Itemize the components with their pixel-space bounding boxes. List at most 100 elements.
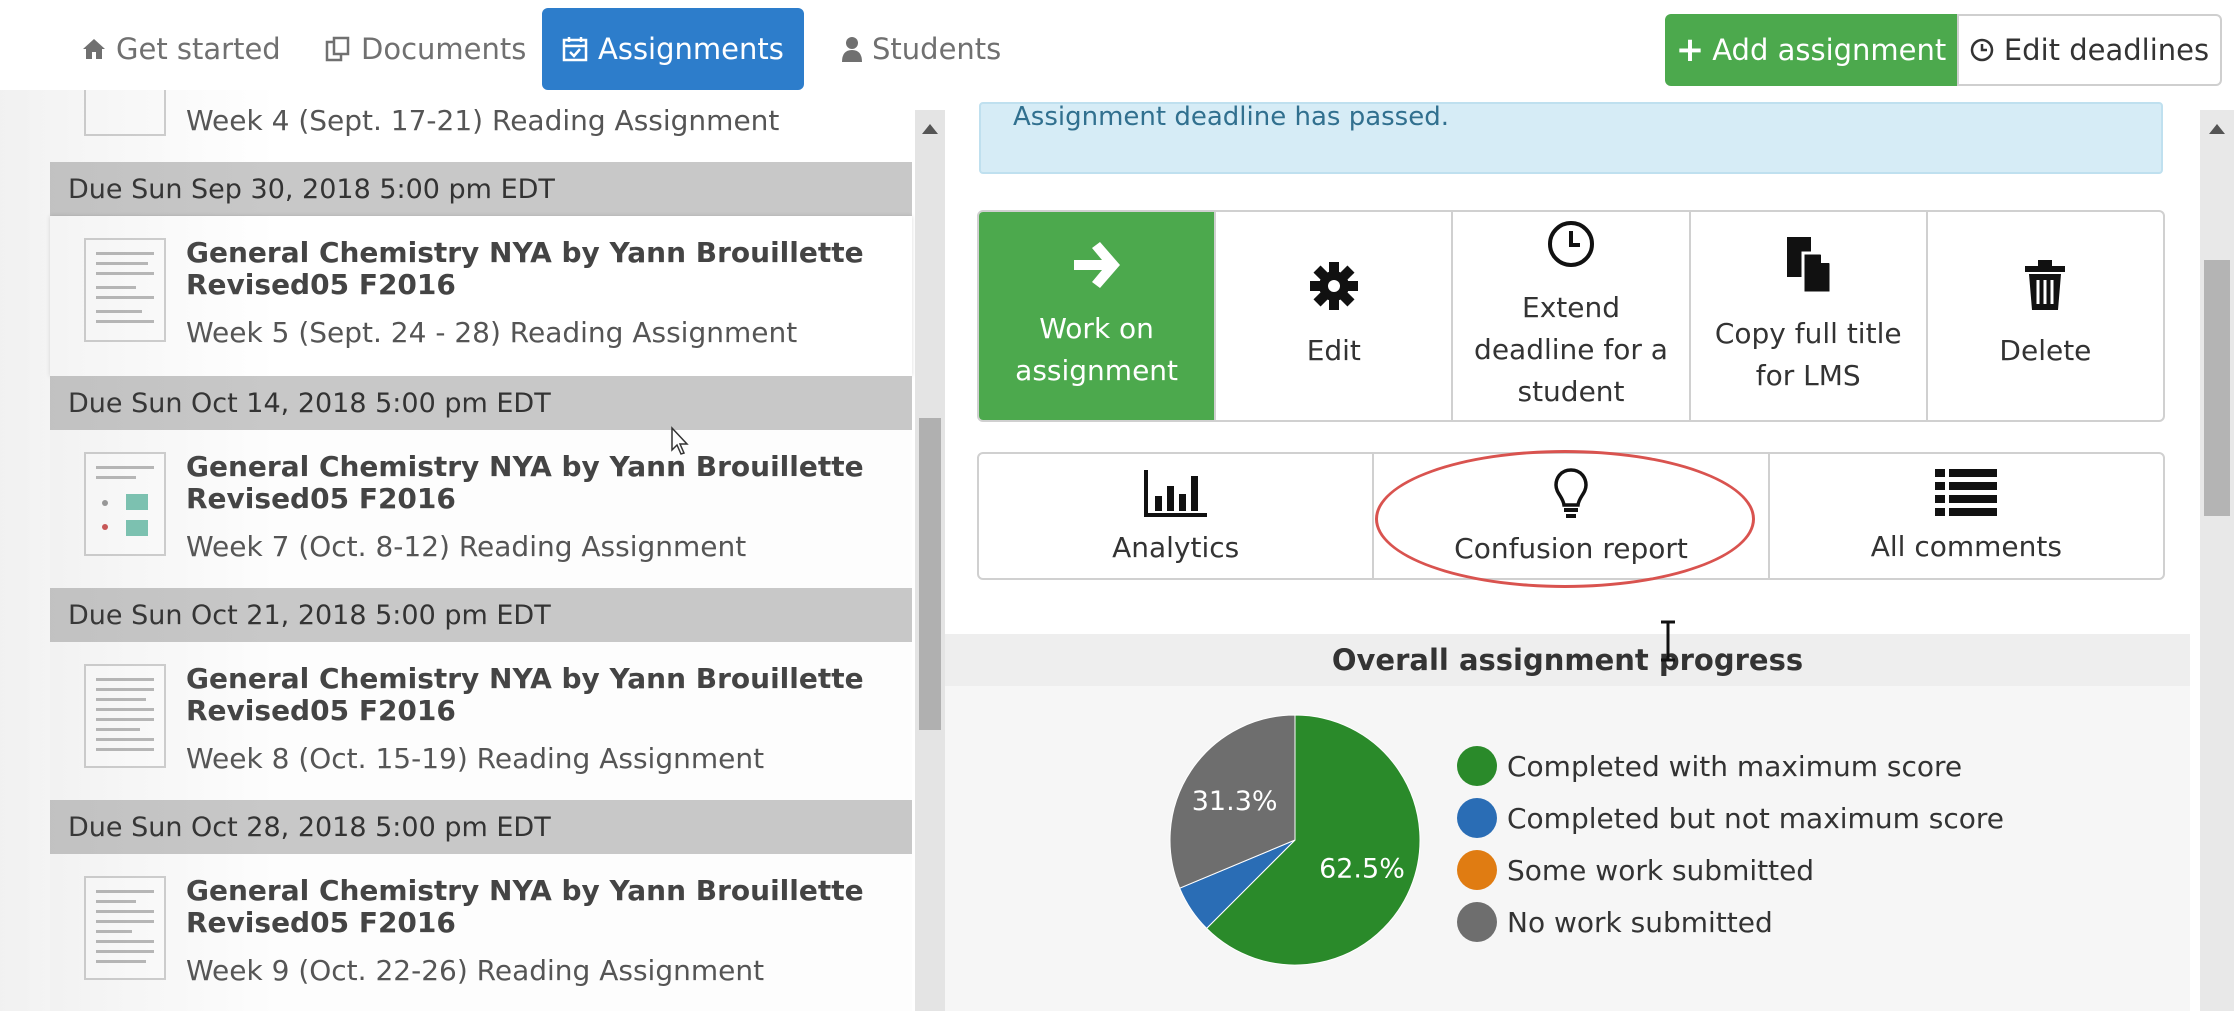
mouse-pointer-icon (671, 426, 689, 455)
legend-label: Some work submitted (1507, 853, 1815, 887)
tab-get-started[interactable]: Get started (62, 8, 301, 90)
copy-title-label: Copy full title (1714, 317, 1902, 350)
tab-students-label: Students (872, 32, 1002, 66)
legend-item: Some work submitted (1457, 844, 2004, 896)
arrow-right-icon (1070, 240, 1124, 302)
list-item-subtitle: Week 9 (Oct. 22-26) Reading Assignment (186, 954, 765, 987)
delete-label: Delete (1999, 334, 2092, 367)
home-icon (82, 38, 106, 60)
pie-data-label: 31.3% (1192, 786, 1278, 817)
gear-icon (1308, 260, 1360, 324)
analytics-button[interactable]: Analytics (979, 454, 1375, 578)
list-item[interactable]: General Chemistry NYA by Yann Brouillett… (50, 430, 912, 590)
tab-documents-label: Documents (361, 32, 527, 66)
list-item-title-line2: Revised05 F2016 (186, 694, 456, 727)
legend-swatch (1457, 746, 1497, 786)
extend-deadline-label-line2: deadline for a (1474, 333, 1668, 366)
list-item[interactable]: General Chemistry NYA by Yann Brouillett… (50, 854, 912, 1011)
detail-scrollbar-thumb[interactable] (2204, 260, 2230, 516)
legend-item: Completed with maximum score (1457, 740, 2004, 792)
all-comments-button[interactable]: All comments (1770, 454, 2163, 578)
document-thumbnail (84, 664, 166, 768)
edit-deadlines-label: Edit deadlines (2003, 33, 2210, 67)
legend-swatch (1457, 850, 1497, 890)
tab-get-started-label: Get started (116, 32, 281, 66)
legend-swatch (1457, 902, 1497, 942)
clock-icon (1546, 219, 1596, 281)
add-assignment-label: Add assignment (1712, 33, 1947, 67)
scroll-up-icon[interactable] (2209, 124, 2225, 134)
trash-icon (2023, 260, 2067, 324)
list-item-subtitle: Week 7 (Oct. 8-12) Reading Assignment (186, 530, 747, 563)
progress-pie-chart: 62.5% 31.3% (1169, 714, 1421, 966)
documents-icon (325, 36, 351, 62)
legend-item: No work submitted (1457, 896, 2004, 948)
list-item-title-line2: Revised05 F2016 (186, 482, 456, 515)
all-comments-label: All comments (1870, 530, 2062, 563)
document-thumbnail (84, 452, 166, 556)
list-item-subtitle: Week 8 (Oct. 15-19) Reading Assignment (186, 742, 765, 775)
list-item-title-line2: Revised05 F2016 (186, 906, 456, 939)
list-item-partial-subtitle: Week 4 (Sept. 17-21) Reading Assignment (186, 104, 780, 137)
edit-deadlines-button[interactable]: Edit deadlines (1957, 14, 2222, 86)
assignment-detail-panel: Assignment deadline has passed. Work on … (945, 102, 2200, 1011)
due-date-header: Due Sun Oct 21, 2018 5:00 pm EDT (50, 588, 912, 642)
calendar-check-icon (562, 36, 588, 62)
work-on-assignment-label-line2: assignment (1015, 354, 1179, 387)
highlight-annotation-oval (1375, 450, 1755, 588)
due-date-header: Due Sun Oct 14, 2018 5:00 pm EDT (50, 376, 912, 430)
pie-data-label: 62.5% (1319, 854, 1405, 885)
list-item-subtitle: Week 5 (Sept. 24 - 28) Reading Assignmen… (186, 316, 798, 349)
chart-legend: Completed with maximum score Completed b… (1457, 740, 2004, 948)
tab-assignments-label: Assignments (598, 32, 784, 66)
legend-label: Completed with maximum score (1507, 749, 1963, 783)
due-date-header: Due Sun Oct 28, 2018 5:00 pm EDT (50, 800, 912, 854)
list-item-title: General Chemistry NYA by Yann Brouillett… (186, 450, 864, 483)
legend-label: No work submitted (1507, 905, 1773, 939)
list-item-title: General Chemistry NYA by Yann Brouillett… (186, 236, 864, 269)
add-assignment-button[interactable]: + Add assignment (1665, 14, 1957, 86)
detail-scrollbar[interactable] (2200, 110, 2234, 1011)
list-item-title: General Chemistry NYA by Yann Brouillett… (186, 874, 864, 907)
deadline-passed-alert: Assignment deadline has passed. (979, 102, 2163, 174)
tab-students[interactable]: Students (822, 8, 1021, 90)
progress-section-title: Overall assignment progress (945, 634, 2190, 686)
due-date-header: Due Sun Sep 30, 2018 5:00 pm EDT (50, 162, 912, 216)
copy-title-button[interactable]: Copy full title for LMS (1691, 212, 1928, 420)
scroll-up-icon[interactable] (922, 124, 938, 134)
list-item-partial-thumbnail (84, 90, 166, 136)
plus-icon: + (1675, 30, 1705, 70)
analytics-label: Analytics (1112, 531, 1240, 564)
extend-deadline-label: Extend (1522, 291, 1620, 324)
list-scrollbar[interactable] (915, 110, 945, 1011)
alert-text: Assignment deadline has passed. (1013, 102, 1449, 132)
edit-button[interactable]: Edit (1216, 212, 1454, 420)
list-scrollbar-thumb[interactable] (919, 418, 941, 730)
text-cursor-icon (1661, 620, 1675, 662)
tab-assignments[interactable]: Assignments (542, 8, 804, 90)
assignment-actions: Work on assignment Edit Extend deadline … (977, 210, 2165, 422)
copy-title-label-line2: for LMS (1755, 359, 1861, 392)
work-on-assignment-label: Work on (1039, 312, 1154, 345)
extend-deadline-label-line3: student (1517, 375, 1625, 408)
list-item[interactable]: General Chemistry NYA by Yann Brouillett… (50, 642, 912, 802)
edit-label: Edit (1306, 334, 1361, 367)
list-item-title-line2: Revised05 F2016 (186, 268, 456, 301)
legend-item: Completed but not maximum score (1457, 792, 2004, 844)
copy-icon (1783, 235, 1833, 307)
delete-button[interactable]: Delete (1928, 212, 2163, 420)
list-item[interactable]: General Chemistry NYA by Yann Brouillett… (50, 216, 912, 376)
clock-icon (1970, 38, 1994, 62)
work-on-assignment-button[interactable]: Work on assignment (979, 212, 1217, 420)
list-item-title: General Chemistry NYA by Yann Brouillett… (186, 662, 864, 695)
tab-documents[interactable]: Documents (305, 8, 546, 90)
legend-label: Completed but not maximum score (1507, 801, 2004, 835)
legend-swatch (1457, 798, 1497, 838)
document-thumbnail (84, 876, 166, 980)
document-thumbnail (84, 238, 166, 342)
assignment-list: Week 4 (Sept. 17-21) Reading Assignment … (0, 90, 920, 1011)
user-icon (842, 36, 862, 62)
extend-deadline-button[interactable]: Extend deadline for a student (1453, 212, 1691, 420)
bar-chart-icon (1143, 468, 1209, 525)
list-icon (1935, 469, 1998, 524)
